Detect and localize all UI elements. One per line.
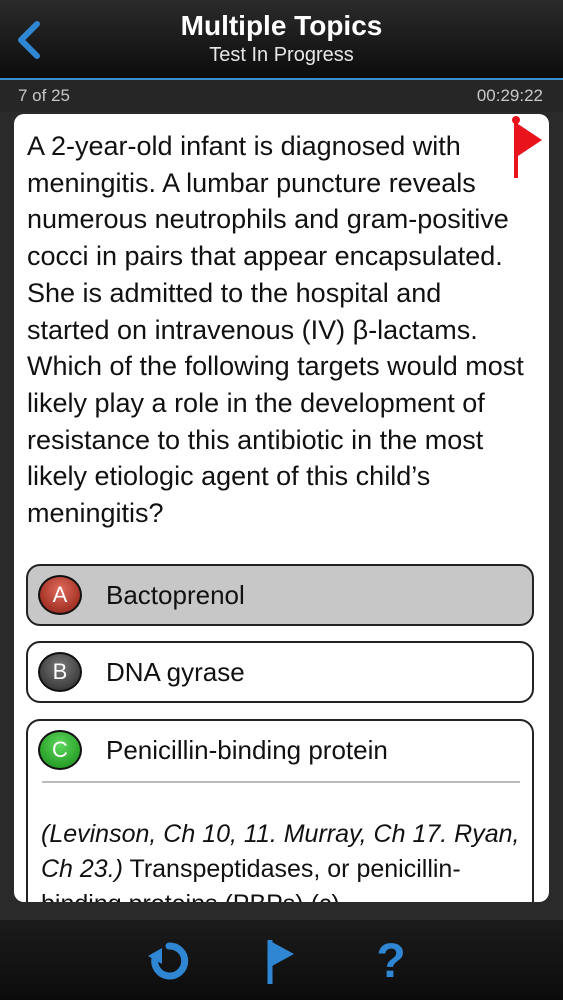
question-text: A 2-year-old infant is diagnosed with me… <box>27 131 524 529</box>
option-c-badge: C <box>38 730 82 770</box>
option-c[interactable]: C Penicillin-binding protein (Levinson, … <box>26 719 534 902</box>
option-a-label: Bactoprenol <box>106 580 245 610</box>
test-timer: 00:29:22 <box>476 86 543 105</box>
help-button[interactable]: ? <box>366 935 416 988</box>
option-b[interactable]: B DNA gyrase <box>26 641 534 703</box>
question-counter: 7 of 25 <box>18 86 70 105</box>
option-b-badge: B <box>38 652 82 692</box>
option-b-label: DNA gyrase <box>106 657 245 687</box>
option-a[interactable]: A Bactoprenol <box>26 564 534 626</box>
question-card: A 2-year-old infant is diagnosed with me… <box>14 114 549 902</box>
explanation-divider <box>42 781 520 783</box>
reset-icon <box>148 942 189 980</box>
red-flag-icon[interactable] <box>509 114 543 178</box>
page-subtitle: Test In Progress <box>209 44 354 66</box>
reset-button[interactable] <box>144 936 194 986</box>
option-c-label: Penicillin-binding protein <box>106 735 388 765</box>
header-bar: Multiple Topics Test In Progress <box>0 0 563 80</box>
footer-toolbar: ? <box>0 920 563 1000</box>
page-title: Multiple Topics <box>180 10 383 41</box>
option-a-badge: A <box>38 575 82 615</box>
flag-button[interactable] <box>254 936 304 986</box>
flag-icon <box>267 940 294 984</box>
explanation-text: (Levinson, Ch 10, 11. Murray, Ch 17. Rya… <box>41 817 521 902</box>
